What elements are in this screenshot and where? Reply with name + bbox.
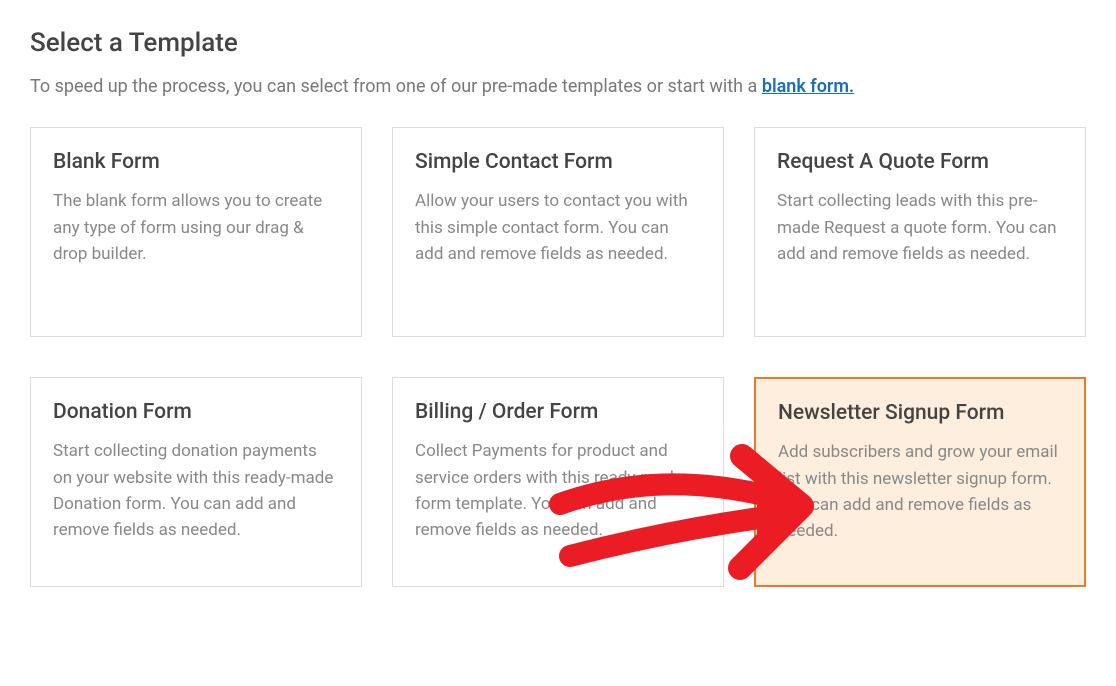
card-title: Request A Quote Form <box>777 150 1063 174</box>
card-title: Donation Form <box>53 400 339 424</box>
card-title: Newsletter Signup Form <box>778 401 1062 425</box>
card-desc: The blank form allows you to create any … <box>53 188 339 267</box>
template-card-request-a-quote-form[interactable]: Request A Quote Form Start collecting le… <box>754 127 1086 337</box>
template-grid: Blank Form The blank form allows you to … <box>30 127 1086 587</box>
card-desc: Add subscribers and grow your email list… <box>778 439 1062 544</box>
card-desc: Collect Payments for product and service… <box>415 438 701 543</box>
template-card-newsletter-signup-form[interactable]: Newsletter Signup Form Add subscribers a… <box>754 377 1086 587</box>
card-title: Blank Form <box>53 150 339 174</box>
template-card-simple-contact-form[interactable]: Simple Contact Form Allow your users to … <box>392 127 724 337</box>
card-desc: Allow your users to contact you with thi… <box>415 188 701 267</box>
template-card-donation-form[interactable]: Donation Form Start collecting donation … <box>30 377 362 587</box>
card-title: Billing / Order Form <box>415 400 701 424</box>
template-card-blank-form[interactable]: Blank Form The blank form allows you to … <box>30 127 362 337</box>
card-desc: Start collecting donation payments on yo… <box>53 438 339 543</box>
page-subtitle: To speed up the process, you can select … <box>30 74 1086 99</box>
card-title: Simple Contact Form <box>415 150 701 174</box>
subtitle-text: To speed up the process, you can select … <box>30 76 762 97</box>
page-title: Select a Template <box>30 28 1086 58</box>
blank-form-link[interactable]: blank form. <box>762 76 854 97</box>
template-card-billing-order-form[interactable]: Billing / Order Form Collect Payments fo… <box>392 377 724 587</box>
card-desc: Start collecting leads with this pre-mad… <box>777 188 1063 267</box>
